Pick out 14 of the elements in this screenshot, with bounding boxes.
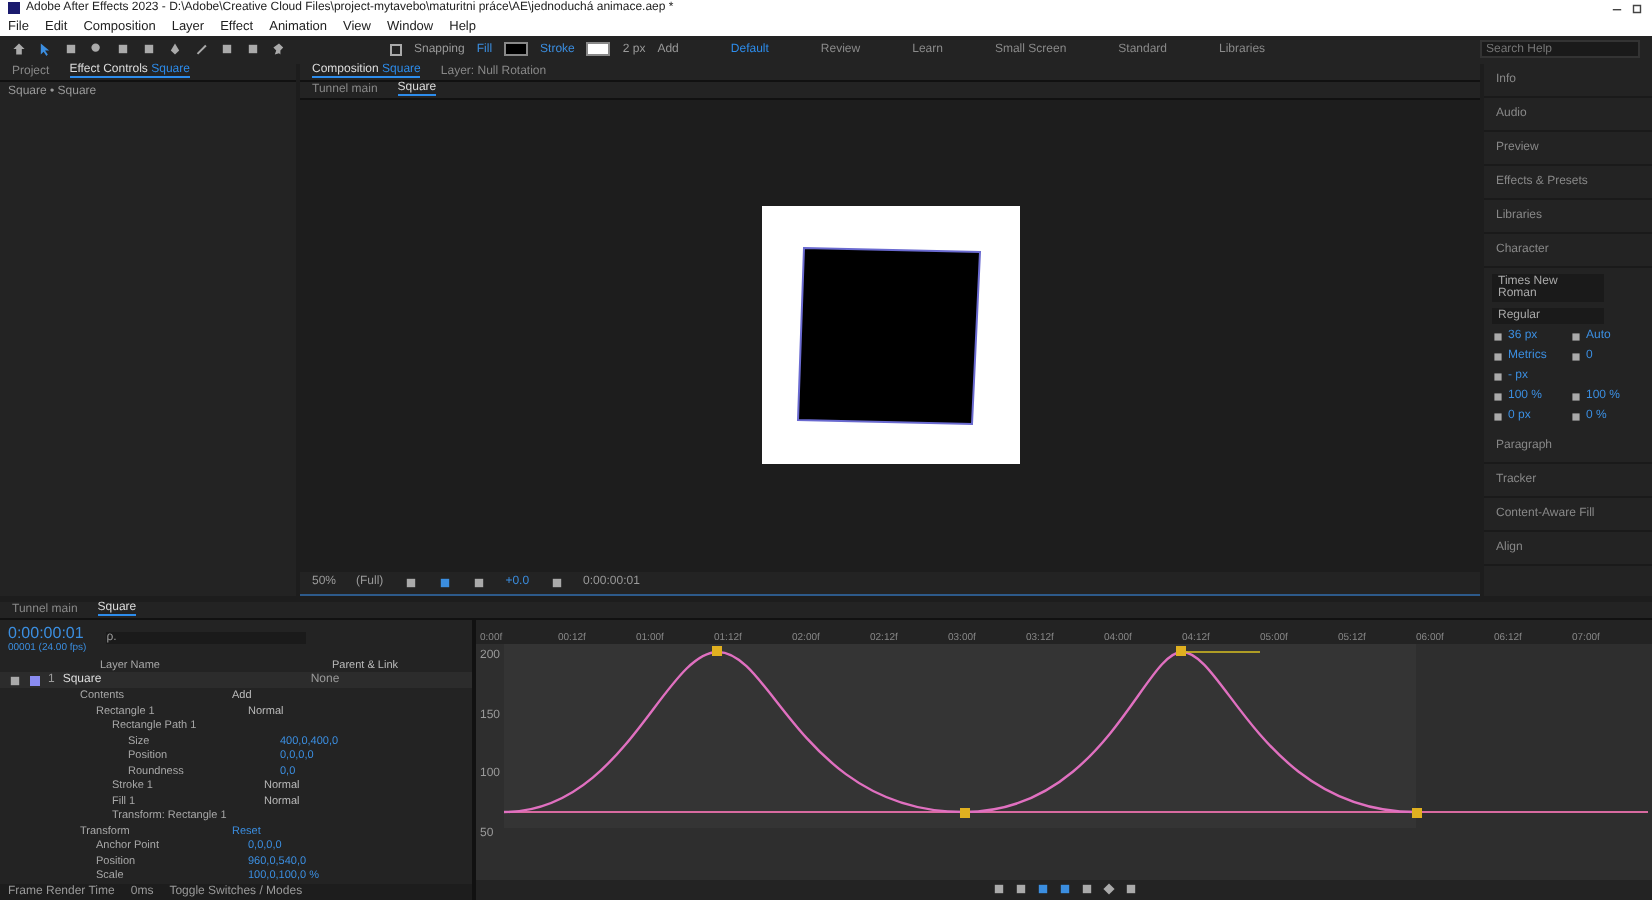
selection-tool-icon[interactable] bbox=[38, 42, 52, 57]
home-icon[interactable] bbox=[12, 42, 26, 57]
brush-tool-icon[interactable] bbox=[194, 42, 208, 57]
fill-swatch[interactable] bbox=[504, 42, 529, 57]
keyframe-icon[interactable] bbox=[1101, 882, 1115, 897]
rotated-square-shape[interactable] bbox=[796, 243, 984, 428]
graph-curve-drawing[interactable] bbox=[504, 643, 1648, 828]
timecode[interactable]: 0:00:00:01 bbox=[8, 623, 87, 642]
layer-label-color[interactable] bbox=[30, 675, 40, 686]
app-icon bbox=[8, 2, 20, 15]
stroke-swatch[interactable] bbox=[586, 42, 611, 57]
restore-icon[interactable] bbox=[1630, 1, 1644, 16]
snapping-checkbox[interactable] bbox=[390, 43, 402, 56]
pen-tool-icon[interactable] bbox=[168, 42, 182, 57]
